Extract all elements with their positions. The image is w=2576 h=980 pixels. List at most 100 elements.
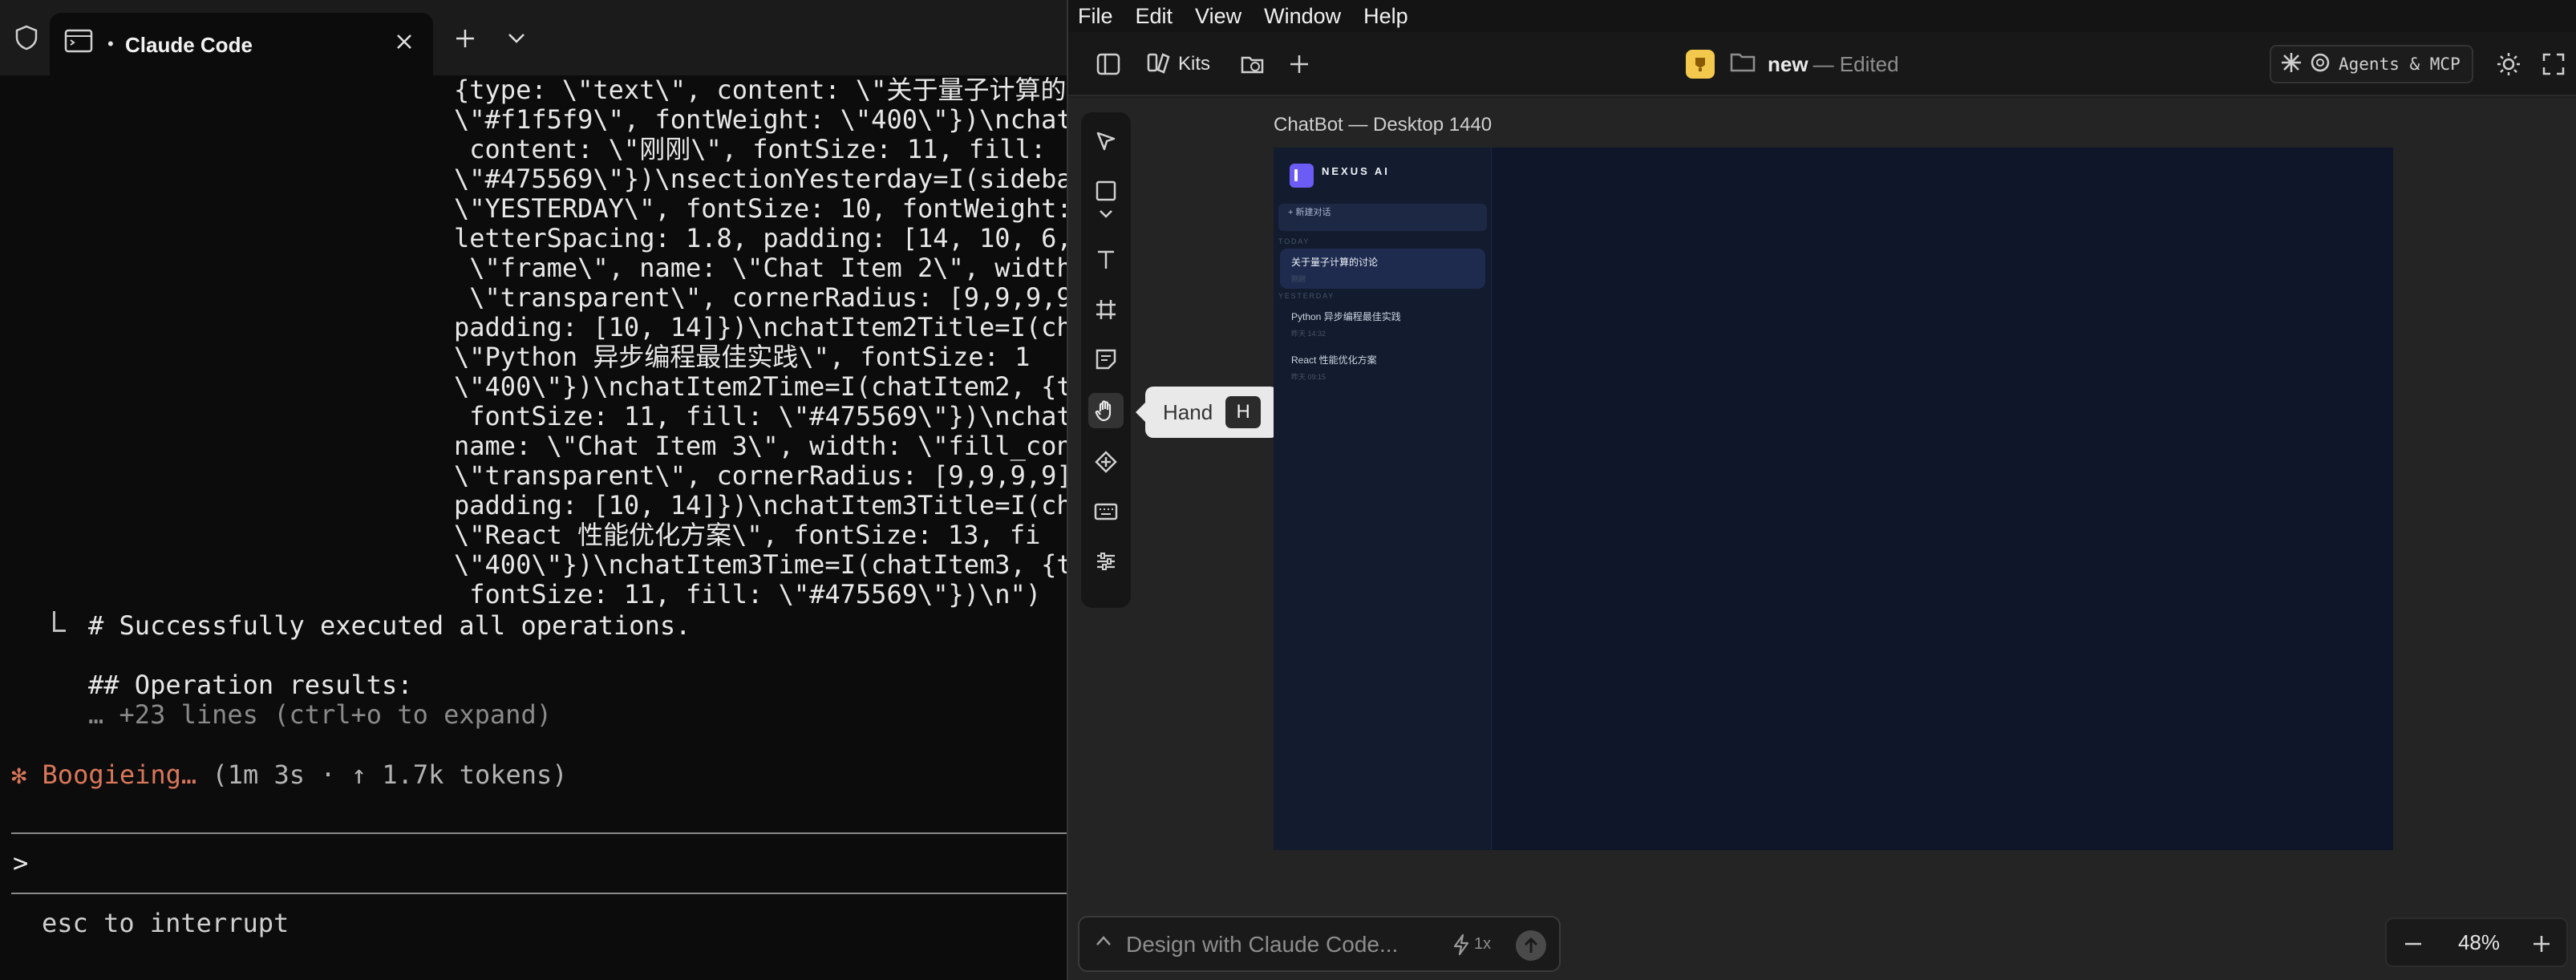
chevron-down-icon[interactable]	[499, 21, 534, 56]
sidebar-toggle-icon[interactable]	[1091, 47, 1126, 82]
design-canvas[interactable]: Hand H ChatBot — Desktop 1440 NEXUS AI +…	[1068, 98, 2576, 980]
code-line: letterSpacing: 1.8, padding: [14, 10, 6,	[454, 223, 1067, 253]
component-tool-icon[interactable]	[1088, 444, 1124, 480]
nexus-logo-icon	[1290, 164, 1314, 188]
tool-call-code: {type: \"text\", content: \"关于量子计算的 \"#f1…	[454, 75, 1067, 609]
menu-view[interactable]: View	[1195, 0, 1241, 32]
code-line: \"400\"})\nchatItem2Time=I(chatItem2, {t…	[454, 371, 1067, 402]
prompt-input[interactable]: >	[13, 848, 28, 878]
tool-rail	[1081, 112, 1131, 608]
document-name: new	[1768, 51, 1808, 76]
code-line: padding: [10, 14]})\nchatItem3Title=I(ch…	[454, 490, 1067, 520]
frame-label[interactable]: ChatBot — Desktop 1440	[1274, 114, 1492, 136]
frame-tool-icon[interactable]	[1088, 292, 1124, 327]
hand-tool-icon[interactable]	[1088, 393, 1124, 428]
text-tool-icon[interactable]	[1088, 242, 1124, 277]
openai-icon	[2310, 52, 2331, 77]
send-arrow-icon[interactable]	[1516, 930, 1546, 961]
prompt-divider-top	[11, 832, 1067, 834]
speed-label: 1x	[1474, 935, 1492, 953]
select-tool-icon[interactable]	[1088, 124, 1124, 159]
sparkle-icon	[2281, 52, 2302, 77]
design-prompt-input[interactable]	[1126, 932, 1431, 958]
folder-icon	[1729, 50, 1756, 78]
shield-icon[interactable]	[11, 22, 42, 53]
kits-label: Kits	[1177, 53, 1210, 75]
section-today: TODAY	[1278, 237, 1310, 245]
chat-item-title: 关于量子计算的讨论	[1291, 257, 1379, 268]
kits-icon	[1146, 51, 1170, 79]
chat-input-box[interactable]: 1x	[1078, 916, 1561, 972]
chevron-up-icon[interactable]	[1096, 935, 1112, 950]
history-folder-icon[interactable]	[1235, 47, 1270, 82]
tooltip-shortcut: H	[1225, 396, 1262, 428]
hand-tool-tooltip: Hand H	[1136, 387, 1278, 438]
code-line: \"YESTERDAY\", fontSize: 10, fontWeight:	[454, 193, 1067, 224]
chatbot-frame[interactable]: NEXUS AI + 新建对话 TODAY 关于量子计算的讨论 刚刚 YESTE…	[1274, 148, 2393, 850]
chat-item[interactable]: 关于量子计算的讨论 刚刚	[1280, 249, 1485, 289]
top-toolbar: Kits new — Edited Agents & MCP	[1068, 32, 2576, 96]
theme-toggle-icon[interactable]	[2491, 47, 2526, 82]
tab-claude-code[interactable]: • Claude Code	[50, 13, 433, 75]
result-heading: ## Operation results:	[88, 670, 413, 700]
code-line: content: \"刚刚\", fontSize: 11, fill:	[454, 134, 1047, 164]
design-app-window: File Edit View Window Help Kits new — Ed…	[1067, 0, 2576, 980]
chat-item-title: React 性能优化方案	[1291, 354, 1377, 366]
code-line: \"frame\", name: \"Chat Item 2\", width	[454, 253, 1067, 283]
code-line: name: \"Chat Item 3\", width: \"fill_con…	[454, 431, 1067, 461]
new-chat-button[interactable]: + 新建对话	[1278, 204, 1487, 231]
section-yesterday: YESTERDAY	[1278, 292, 1335, 300]
menu-help[interactable]: Help	[1363, 0, 1408, 32]
terminal-icon	[64, 29, 93, 57]
document-title[interactable]: new — Edited	[1686, 47, 1899, 82]
chat-item-time: 昨天 09:15	[1291, 373, 1326, 381]
add-page-icon[interactable]	[1282, 47, 1317, 82]
code-line: \"transparent\", cornerRadius: [9,9,9,9	[454, 282, 1067, 313]
chat-item[interactable]: React 性能优化方案 昨天 09:15	[1280, 346, 1485, 387]
terminal-window: • Claude Code {type: \"text\", content: …	[0, 0, 1067, 980]
menu-bar: File Edit View Window Help	[1068, 0, 2576, 32]
chat-item[interactable]: Python 异步编程最佳实践 昨天 14:32	[1280, 303, 1485, 343]
shape-dropdown-chevron-icon[interactable]	[1088, 202, 1124, 226]
chatbot-brand: NEXUS AI	[1322, 165, 1390, 177]
code-line: \"React 性能优化方案\", fontSize: 13, fi	[454, 520, 1041, 550]
code-line: \"#475569\"})\nsectionYesterday=I(sideba	[454, 164, 1067, 194]
tab-modified-dot: •	[107, 34, 114, 54]
chat-item-time: 昨天 14:32	[1291, 330, 1326, 338]
terminal-titlebar: • Claude Code	[0, 0, 1067, 75]
result-summary: # Successfully executed all operations.	[88, 610, 691, 641]
expand-hint[interactable]: … +23 lines (ctrl+o to expand)	[88, 700, 552, 730]
code-line: fontSize: 11, fill: \"#475569\"})\nchatI	[454, 401, 1067, 431]
zoom-control: 48%	[2385, 917, 2568, 967]
code-line: fontSize: 11, fill: \"#475569\"})\n")	[454, 579, 1042, 609]
fullscreen-icon[interactable]	[2536, 47, 2571, 82]
keyboard-icon[interactable]	[1088, 494, 1124, 529]
prompt-divider-bottom	[11, 893, 1067, 894]
spinner-icon: ✻	[11, 759, 27, 790]
plus-icon[interactable]	[448, 21, 483, 56]
menu-window[interactable]: Window	[1264, 0, 1341, 32]
status-word: Boogieing…	[42, 759, 197, 790]
tab-title: Claude Code	[125, 33, 253, 57]
kits-button[interactable]: Kits	[1136, 47, 1221, 82]
close-icon[interactable]	[387, 24, 422, 59]
adjustments-icon[interactable]	[1088, 544, 1124, 579]
code-line: {type: \"text\", content: \"关于量子计算的	[454, 75, 1067, 105]
agents-mcp-button[interactable]: Agents & MCP	[2270, 45, 2473, 83]
zoom-out-icon[interactable]	[2401, 932, 2425, 956]
menu-edit[interactable]: Edit	[1136, 0, 1173, 32]
lightning-icon[interactable]	[1452, 933, 1471, 960]
chatbot-sidebar: NEXUS AI + 新建对话 TODAY 关于量子计算的讨论 刚刚 YESTE…	[1274, 148, 1492, 850]
tooltip-label: Hand	[1163, 399, 1213, 424]
code-line: padding: [10, 14]})\nchatItem2Title=I(ch…	[454, 312, 1067, 342]
zoom-in-icon[interactable]	[2529, 932, 2554, 956]
zoom-value[interactable]: 48%	[2451, 930, 2507, 955]
document-status: — Edited	[1813, 51, 1899, 76]
code-line: \"transparent\", cornerRadius: [9,9,9,9]	[454, 460, 1067, 491]
code-line: \"Python 异步编程最佳实践\", fontSize: 1	[454, 342, 1031, 372]
chat-item-title: Python 异步编程最佳实践	[1291, 311, 1401, 322]
agents-mcp-label: Agents & MCP	[2339, 55, 2461, 74]
code-line: \"400\"})\nchatItem3Time=I(chatItem3, {t…	[454, 549, 1067, 580]
menu-file[interactable]: File	[1078, 0, 1113, 32]
note-tool-icon[interactable]	[1088, 342, 1124, 377]
